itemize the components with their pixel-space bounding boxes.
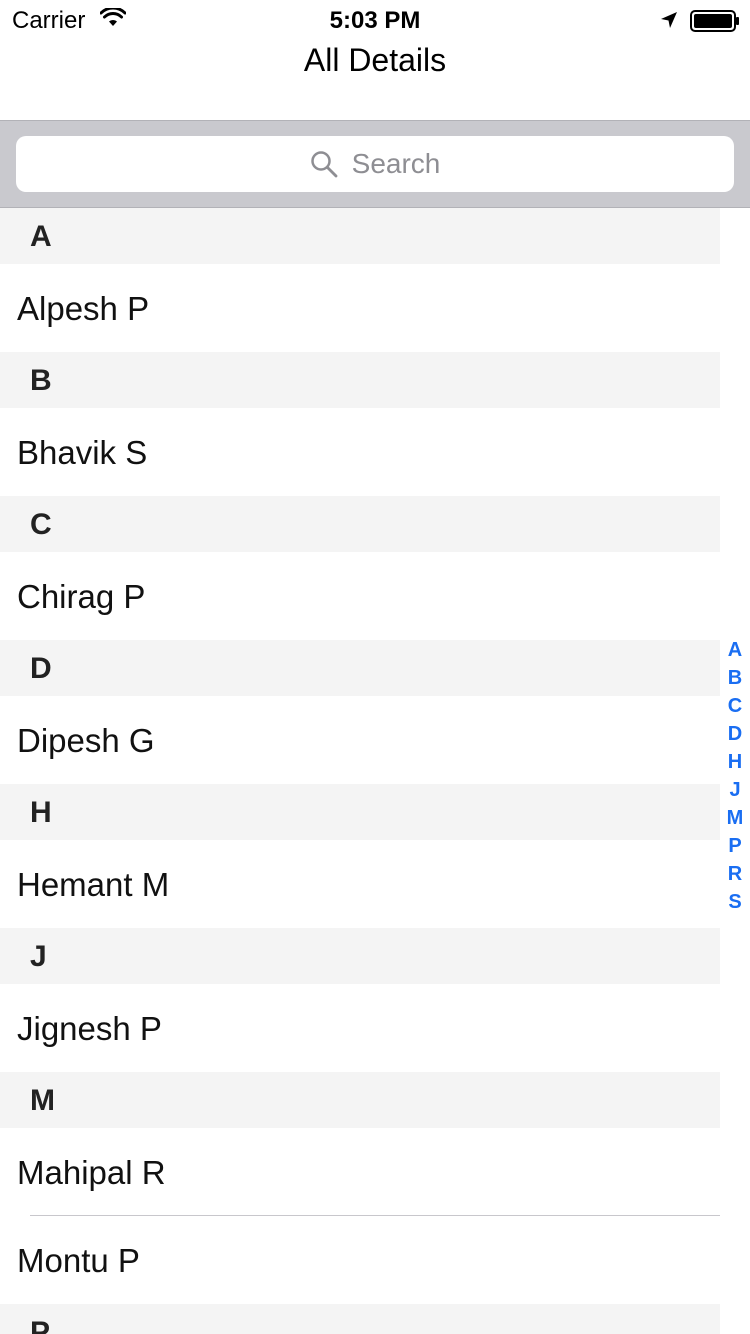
section-header-m: M (0, 1072, 720, 1128)
location-icon (661, 12, 677, 28)
list-item[interactable]: Montu P (0, 1216, 720, 1304)
index-letter-a[interactable]: A (720, 636, 750, 664)
section-header-b: B (0, 352, 720, 408)
search-icon (310, 151, 338, 178)
index-letter-r[interactable]: R (720, 860, 750, 888)
index-letter-d[interactable]: D (720, 720, 750, 748)
list-item[interactable]: Hemant M (0, 840, 720, 928)
section-header-d: D (0, 640, 720, 696)
index-letter-m[interactable]: M (720, 804, 750, 832)
search-input[interactable]: Search (16, 136, 734, 192)
section-header-a: A (0, 208, 720, 264)
list-item[interactable]: Alpesh P (0, 264, 720, 352)
list-item[interactable]: Jignesh P (0, 984, 720, 1072)
section-header-j: J (0, 928, 720, 984)
index-letter-p[interactable]: P (720, 832, 750, 860)
list-item[interactable]: Mahipal R (0, 1128, 720, 1216)
list-item[interactable]: Dipesh G (0, 696, 720, 784)
page-title: All Details (303, 42, 447, 78)
list-item[interactable]: Bhavik S (0, 408, 720, 496)
section-header-p: P (0, 1304, 720, 1334)
section-header-c: C (0, 496, 720, 552)
screen: Carrier 5:03 PM All Details Search A Alp… (0, 0, 750, 1334)
search-bar: Search (0, 120, 750, 208)
navigation-bar: All Details (0, 40, 750, 120)
search-placeholder: Search (351, 148, 441, 179)
section-header-h: H (0, 784, 720, 840)
contact-list[interactable]: A Alpesh P B Bhavik S C Chirag P D Dipes… (0, 208, 720, 1334)
index-letter-s[interactable]: S (720, 888, 750, 916)
index-letter-c[interactable]: C (720, 692, 750, 720)
status-bar: Carrier 5:03 PM (0, 0, 750, 40)
index-letter-b[interactable]: B (720, 664, 750, 692)
section-index[interactable]: A B C D H J M P R S (720, 636, 750, 916)
index-letter-h[interactable]: H (720, 748, 750, 776)
battery-icon (690, 10, 739, 32)
status-time: 5:03 PM (329, 7, 421, 34)
list-item[interactable]: Chirag P (0, 552, 720, 640)
index-letter-j[interactable]: J (720, 776, 750, 804)
